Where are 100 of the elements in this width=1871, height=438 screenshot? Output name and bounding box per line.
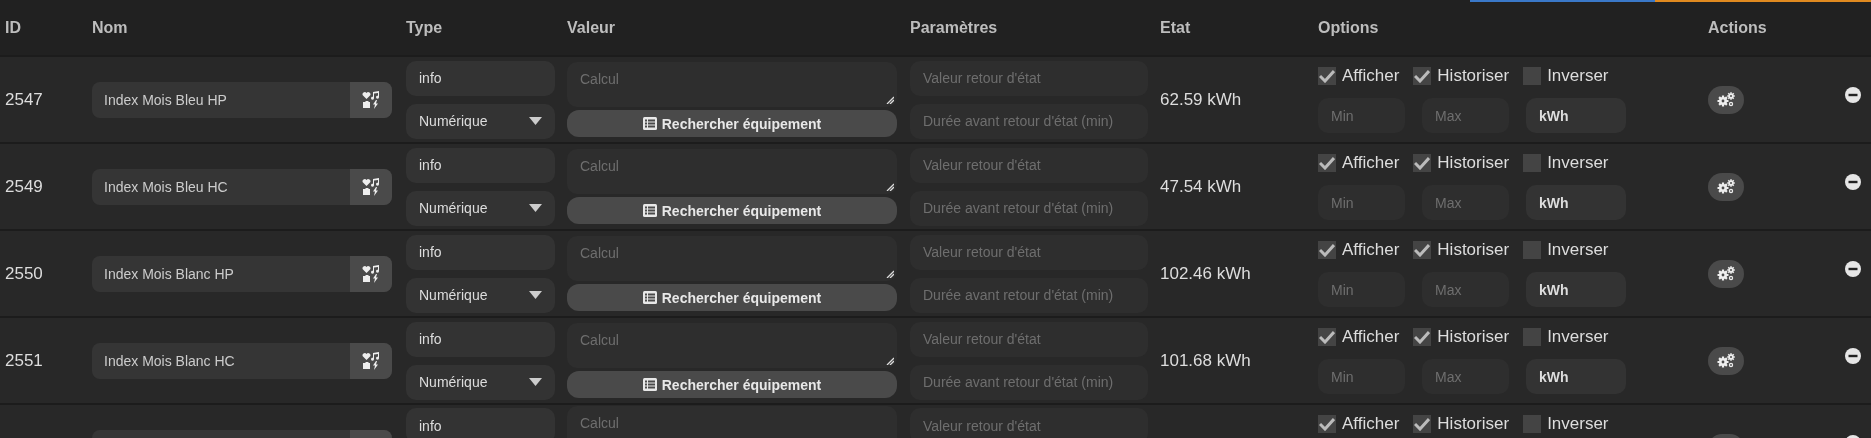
checkbox-label: Historiser [1437, 413, 1510, 434]
type-field[interactable]: info [406, 408, 555, 438]
settings-button[interactable] [1708, 346, 1744, 375]
search-equipment-button[interactable]: Rechercher équipement [567, 284, 897, 311]
column-header: Actions [1708, 18, 1767, 36]
subtype-dropdown[interactable]: Numérique [406, 190, 555, 226]
checkbox-label: Afficher [1342, 153, 1400, 173]
checkbox[interactable] [1523, 241, 1542, 259]
icon-picker-button[interactable] [350, 342, 392, 379]
remove-icon[interactable] [1845, 173, 1861, 190]
state-value: 101.68 kWh [1160, 350, 1251, 370]
column-header: Valeur [567, 18, 616, 36]
max-field[interactable]: Max [1422, 98, 1509, 133]
id-cell: 2549 [5, 176, 43, 196]
checkbox[interactable] [1318, 67, 1336, 85]
checkbox[interactable] [1318, 328, 1336, 346]
state-value: 102.46 kWh [1160, 263, 1251, 283]
name-field[interactable]: Index Mois Blanc HP [92, 255, 392, 292]
type-field[interactable]: info [406, 321, 555, 357]
icon-picker-button[interactable] [350, 81, 392, 118]
min-field[interactable]: Min [1318, 359, 1405, 394]
state-value: 47.54 kWh [1160, 176, 1242, 196]
return-delay-field[interactable]: Durée avant retour d'état (min) [910, 103, 1148, 139]
calculation-field[interactable]: Calcul [567, 236, 897, 281]
checkbox[interactable] [1318, 414, 1336, 433]
calculation-field[interactable]: Calcul [567, 405, 897, 438]
icons-icon [362, 351, 380, 370]
min-field[interactable]: Min [1318, 98, 1405, 133]
id-cell: 2551 [5, 350, 43, 370]
return-delay-field[interactable]: Durée avant retour d'état (min) [910, 190, 1148, 226]
column-header: Etat [1160, 18, 1191, 36]
max-field[interactable]: Max [1422, 359, 1509, 394]
resize-grip-icon [886, 270, 894, 278]
return-value-field[interactable]: Valeur retour d'état [910, 147, 1148, 183]
checkbox-label: Historiser [1437, 66, 1510, 86]
remove-icon[interactable] [1845, 86, 1861, 103]
name-field[interactable]: Index Mois Blanc HC [92, 342, 392, 379]
return-value-field[interactable]: Valeur retour d'état [910, 234, 1148, 270]
checkbox-label: Historiser [1437, 327, 1510, 347]
search-equipment-button[interactable]: Rechercher équipement [567, 371, 897, 398]
column-header: ID [5, 18, 21, 36]
min-field[interactable]: Min [1318, 185, 1405, 220]
column-header: Options [1318, 18, 1379, 36]
remove-icon[interactable] [1845, 260, 1861, 277]
unit-field[interactable]: kWh [1526, 359, 1626, 394]
checkbox[interactable] [1318, 241, 1336, 259]
search-equipment-button[interactable]: Rechercher équipement [567, 197, 897, 224]
checkbox-label: Afficher [1342, 240, 1400, 260]
checkbox[interactable] [1523, 414, 1542, 433]
unit-field[interactable]: kWh [1526, 272, 1626, 307]
icons-icon [362, 90, 380, 109]
settings-button[interactable] [1708, 259, 1744, 288]
checkbox[interactable] [1413, 328, 1432, 346]
max-field[interactable]: Max [1422, 272, 1509, 307]
search-equipment-button[interactable]: Rechercher équipement [567, 110, 897, 137]
caret-icon [529, 204, 542, 212]
type-field[interactable]: info [406, 60, 555, 96]
settings-button[interactable] [1708, 85, 1744, 114]
checkbox-label: Historiser [1437, 153, 1510, 173]
list-icon [642, 204, 657, 217]
icon-picker-button[interactable] [350, 255, 392, 292]
state-value: 62.59 kWh [1160, 89, 1242, 109]
checkbox[interactable] [1413, 241, 1432, 259]
icon-picker-button[interactable] [350, 168, 392, 205]
settings-button[interactable] [1708, 172, 1744, 201]
caret-icon [529, 117, 542, 125]
min-field[interactable]: Min [1318, 272, 1405, 307]
checkbox[interactable] [1413, 67, 1432, 85]
name-field[interactable]: Index Mois Bleu HC [92, 168, 392, 205]
type-field[interactable]: info [406, 147, 555, 183]
calculation-field[interactable]: Calcul [567, 149, 897, 194]
resize-grip-icon [886, 96, 894, 104]
return-value-field[interactable]: Valeur retour d'état [910, 60, 1148, 96]
return-delay-field[interactable]: Durée avant retour d'état (min) [910, 364, 1148, 400]
checkbox[interactable] [1523, 154, 1542, 172]
unit-field[interactable]: kWh [1526, 185, 1626, 220]
subtype-dropdown[interactable]: Numérique [406, 364, 555, 400]
subtype-dropdown[interactable]: Numérique [406, 103, 555, 139]
checkbox[interactable] [1523, 328, 1542, 346]
checkbox-label: Afficher [1342, 327, 1400, 347]
checkbox[interactable] [1318, 154, 1336, 172]
calculation-field[interactable]: Calcul [567, 323, 897, 368]
checkbox-label: Inverser [1547, 240, 1609, 260]
type-field[interactable]: info [406, 234, 555, 270]
return-value-field[interactable]: Valeur retour d'état [910, 321, 1148, 357]
icons-icon [362, 264, 380, 283]
return-value-field[interactable]: Valeur retour d'état [910, 408, 1148, 438]
checkbox[interactable] [1413, 154, 1432, 172]
remove-icon[interactable] [1845, 347, 1861, 364]
list-icon [642, 378, 657, 391]
resize-grip-icon [886, 357, 894, 365]
subtype-dropdown[interactable]: Numérique [406, 277, 555, 313]
checkbox[interactable] [1413, 414, 1432, 433]
unit-field[interactable]: kWh [1526, 98, 1626, 133]
max-field[interactable]: Max [1422, 185, 1509, 220]
return-delay-field[interactable]: Durée avant retour d'état (min) [910, 277, 1148, 313]
name-field[interactable]: Index Mois Bleu HP [92, 81, 392, 118]
checkbox[interactable] [1523, 67, 1542, 85]
caret-icon [529, 378, 542, 386]
calculation-field[interactable]: Calcul [567, 62, 897, 107]
